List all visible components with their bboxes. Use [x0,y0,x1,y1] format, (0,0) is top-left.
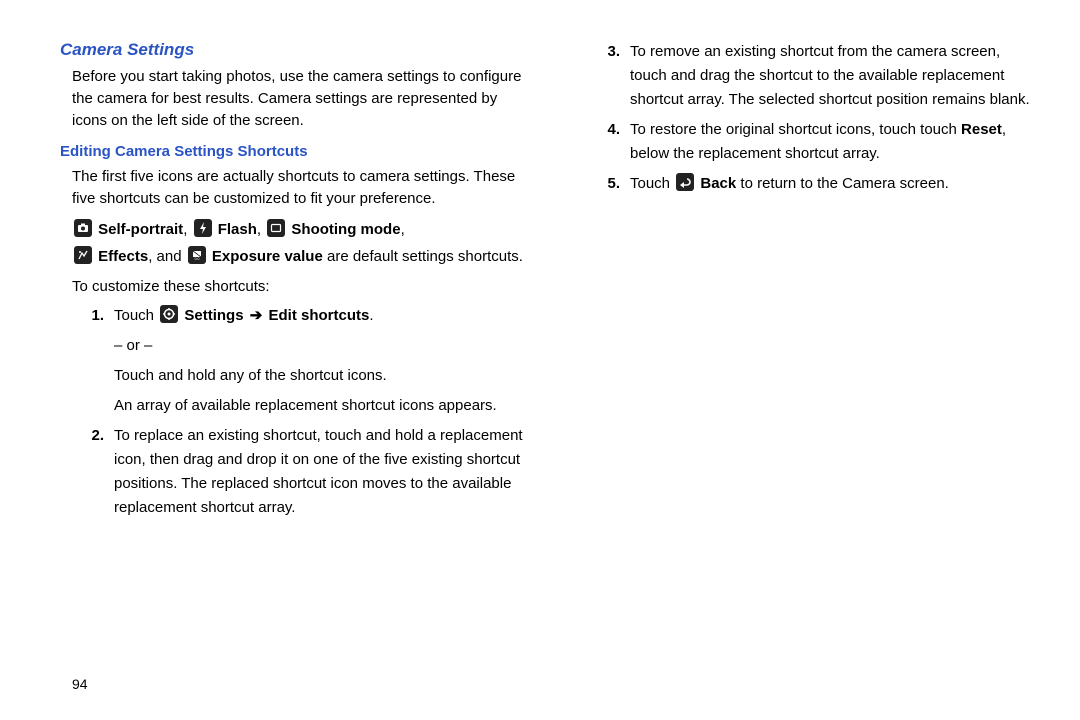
page-number: 94 [72,676,88,692]
step-1-or: – or – [114,334,524,358]
arrow-icon: ➔ [250,304,263,328]
svg-text:0.0: 0.0 [194,257,199,261]
customize-intro: To customize these shortcuts: [72,276,524,298]
step-5-after: to return to the Camera screen. [736,175,949,192]
step-2-text: To replace an existing shortcut, touch a… [114,424,524,520]
settings-gear-icon [160,305,178,323]
step-4-num: 4. [576,118,630,166]
step-1: 1. Touch Settings ➔ Edit shortcuts. – or… [60,304,524,418]
self-portrait-icon [74,219,92,237]
label-effects: Effects [98,248,148,265]
step-1-num: 1. [60,304,114,418]
label-edit-shortcuts: Edit shortcuts [268,307,369,324]
step-2-num: 2. [60,424,114,520]
text-and: , and [148,248,181,265]
label-back: Back [700,175,736,192]
back-icon [676,173,694,191]
para-intro: Before you start taking photos, use the … [72,66,524,131]
step-1-pre: Touch [114,307,158,324]
heading-editing-shortcuts: Editing Camera Settings Shortcuts [60,143,524,160]
step-4-pre: To restore the original shortcut icons, … [630,121,961,138]
step-5: 5. Touch Back to return to the Camera sc… [576,172,1040,196]
step-3: 3. To remove an existing shortcut from t… [576,40,1040,112]
label-settings: Settings [184,307,243,324]
step-5-num: 5. [576,172,630,196]
label-flash: Flash [218,221,257,238]
default-shortcuts-line: Self-portrait, Flash, Shooting mode, Eff… [72,216,524,270]
exposure-value-icon: 0.0 [188,246,206,264]
step-4: 4. To restore the original shortcut icon… [576,118,1040,166]
step-5-pre: Touch [630,175,674,192]
step-1-after: . [369,307,373,324]
effects-icon [74,246,92,264]
step-3-num: 3. [576,40,630,112]
label-self-portrait: Self-portrait [98,221,183,238]
label-shooting-mode: Shooting mode [291,221,400,238]
para-shortcuts-desc: The first five icons are actually shortc… [72,166,524,210]
label-reset: Reset [961,121,1002,138]
flash-icon [194,219,212,237]
step-3-text: To remove an existing shortcut from the … [630,40,1040,112]
step-2: 2. To replace an existing shortcut, touc… [60,424,524,520]
text-default-tail: are default settings shortcuts. [323,248,523,265]
heading-camera-settings: Camera Settings [60,40,524,60]
label-exposure-value: Exposure value [212,248,323,265]
step-1-hold: Touch and hold any of the shortcut icons… [114,364,524,388]
shooting-mode-icon [267,219,285,237]
step-1-array: An array of available replacement shortc… [114,394,524,418]
